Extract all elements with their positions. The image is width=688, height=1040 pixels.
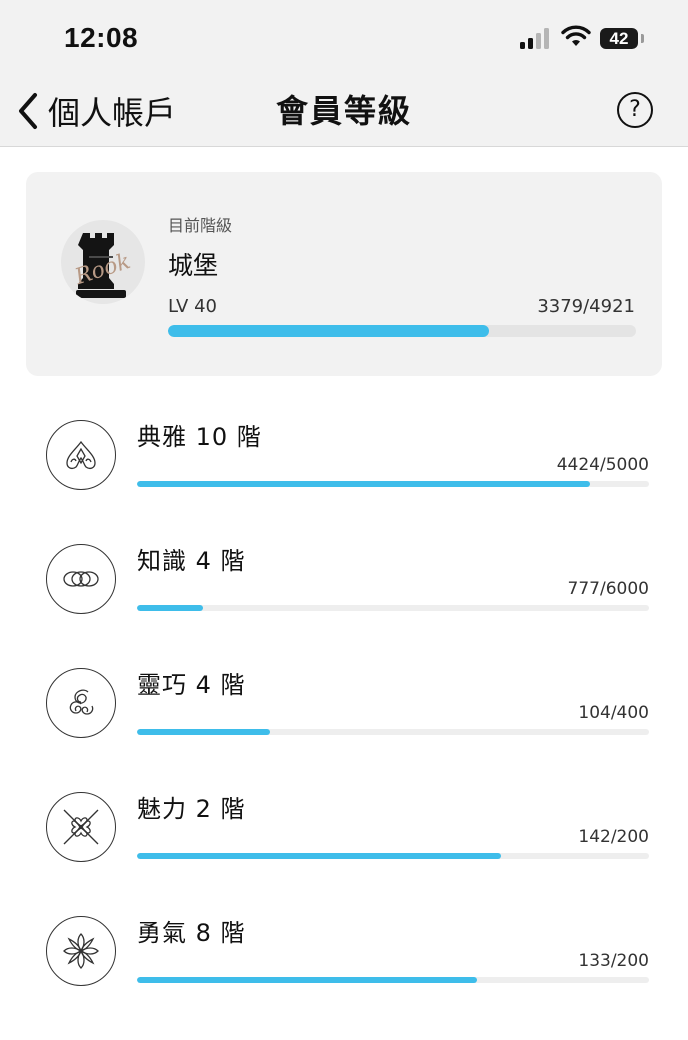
stat-value: 104/400 — [578, 703, 649, 723]
stat-progress-fill — [137, 853, 501, 859]
knowledge-rings-icon — [46, 544, 116, 614]
level-progress-bar — [168, 325, 636, 337]
wifi-icon — [561, 25, 591, 46]
elegance-drop-icon — [46, 420, 116, 490]
cellular-signal-icon — [520, 28, 549, 49]
stat-label: 靈巧 4 階 — [137, 671, 246, 699]
stat-progress-fill — [137, 481, 591, 487]
back-button-label: 個人帳戶 — [48, 94, 177, 132]
current-level-xp: 3379/4921 — [537, 296, 635, 317]
stat-row-courage: 勇氣 8 階 133/200 — [0, 916, 688, 1040]
back-button[interactable]: 個人帳戶 — [16, 88, 176, 134]
stat-row-dexterity: 靈巧 4 階 104/400 — [0, 668, 688, 792]
help-icon[interactable]: ? — [617, 92, 653, 128]
stat-value: 4424/5000 — [556, 455, 649, 475]
stat-progress-bar — [137, 481, 649, 487]
stat-label: 知識 4 階 — [137, 547, 246, 575]
stat-value: 133/200 — [578, 951, 649, 971]
courage-flower-icon — [46, 916, 116, 986]
status-time: 12:08 — [64, 22, 139, 53]
stat-row-elegance: 典雅 10 階 4424/5000 — [0, 420, 688, 544]
stat-progress-fill — [137, 977, 478, 983]
dexterity-swirl-icon — [46, 668, 116, 738]
stat-progress-fill — [137, 605, 204, 611]
stat-row-charm: 魅力 2 階 142/200 — [0, 792, 688, 916]
stat-value: 142/200 — [578, 827, 649, 847]
stat-progress-bar — [137, 605, 649, 611]
stat-value: 777/6000 — [567, 579, 649, 599]
stat-progress-bar — [137, 853, 649, 859]
rook-chess-piece-icon: Rook — [61, 220, 145, 304]
current-level-caption: 目前階級 — [168, 216, 233, 235]
battery-icon: 42 — [600, 28, 638, 49]
stat-label: 典雅 10 階 — [137, 423, 262, 451]
battery-cap — [641, 34, 644, 43]
stat-row-knowledge: 知識 4 階 777/6000 — [0, 544, 688, 668]
current-tier-name: 城堡 — [168, 251, 219, 280]
stat-label: 魅力 2 階 — [137, 795, 246, 823]
status-bar: 12:08 42 — [0, 0, 688, 78]
stat-progress-bar — [137, 977, 649, 983]
chevron-left-icon — [19, 93, 37, 129]
charm-cross-hearts-icon — [46, 792, 116, 862]
current-level-number: LV 40 — [168, 296, 217, 317]
navigation-bar: 會員等級 個人帳戶 ? — [0, 78, 688, 147]
level-progress-fill — [168, 325, 490, 337]
stat-label: 勇氣 8 階 — [137, 919, 246, 947]
stat-progress-fill — [137, 729, 271, 735]
current-level-card: Rook 目前階級 城堡 LV 40 3379/4921 — [26, 172, 662, 376]
stat-progress-bar — [137, 729, 649, 735]
